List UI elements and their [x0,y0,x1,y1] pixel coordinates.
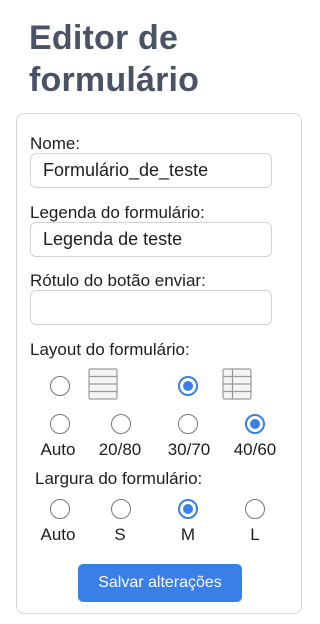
label-width-40-60-label: 40/60 [233,440,277,459]
save-button[interactable]: Salvar alterações [78,564,242,602]
width-s-label: S [114,525,126,544]
width-m-label: M [180,525,196,544]
caption-field[interactable]: Legenda de teste [30,222,272,257]
label-width-40-60-radio[interactable] [245,414,265,434]
width-auto-label: Auto [40,525,76,544]
label-width-30-70-radio[interactable] [178,414,198,434]
label-width-30-70-label: 30/70 [167,440,211,459]
label-width-auto-radio[interactable] [50,414,70,434]
layout-label: Layout do formulário: [30,340,190,359]
caption-label: Legenda do formulário: [30,203,205,222]
layout-side-by-side-radio[interactable] [178,376,198,396]
width-label: Largura do formulário: [35,469,203,488]
page-title-line-1: Editor de [29,19,179,57]
width-l-radio[interactable] [245,499,265,519]
stacked-layout-icon [88,368,118,400]
page-title: Editor de formulário [29,17,199,101]
name-field[interactable]: Formulário_de_teste [30,153,272,188]
layout-stacked-radio[interactable] [50,376,70,396]
width-auto-radio[interactable] [50,499,70,519]
submit-label-field[interactable] [30,290,272,325]
page-title-line-2: formulário [29,61,200,99]
width-l-label: L [250,525,260,544]
name-label: Nome: [30,134,81,153]
label-width-20-80-label: 20/80 [98,440,142,459]
submit-label-label: Rótulo do botão enviar: [30,271,206,290]
side-by-side-layout-icon [222,368,252,400]
width-m-radio[interactable] [178,499,198,519]
label-width-auto-label: Auto [40,440,76,459]
label-width-20-80-radio[interactable] [111,414,131,434]
width-s-radio[interactable] [111,499,131,519]
